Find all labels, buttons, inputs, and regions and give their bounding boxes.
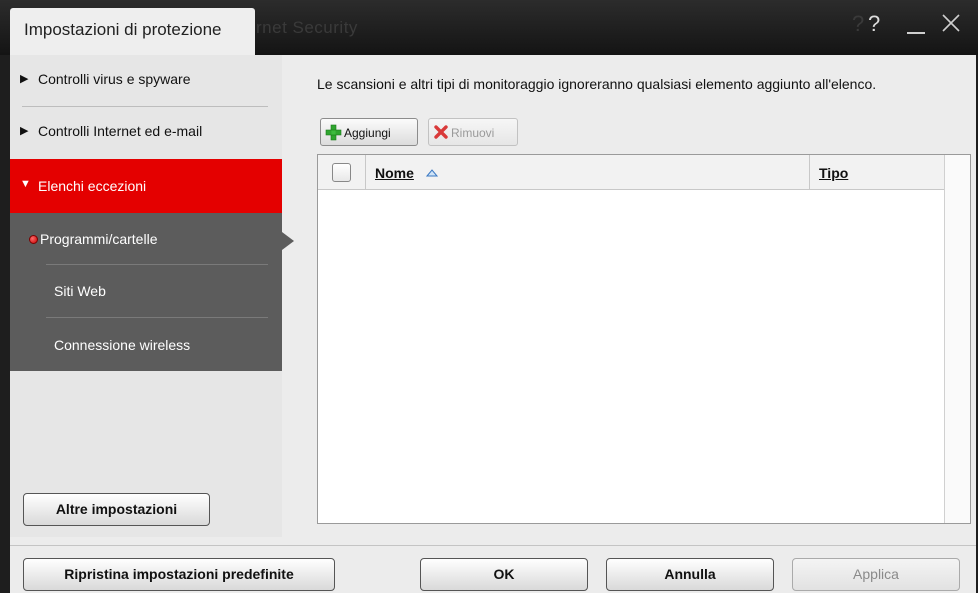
add-button[interactable]: Aggiungi xyxy=(320,118,418,146)
remove-x-icon xyxy=(434,125,448,139)
selected-bullet-icon xyxy=(29,235,38,244)
sort-ascending-icon xyxy=(426,169,438,177)
column-header-type[interactable]: Tipo xyxy=(819,165,848,181)
exceptions-table: Nome Tipo xyxy=(317,154,971,524)
subitem-label: Connessione wireless xyxy=(54,337,191,353)
remove-button[interactable]: Rimuovi xyxy=(428,118,518,146)
help-icon[interactable]: ? xyxy=(868,12,880,36)
add-button-label: Aggiungi xyxy=(344,126,391,140)
column-divider xyxy=(809,155,810,190)
subitem-websites[interactable]: Siti Web xyxy=(10,265,282,317)
divider xyxy=(46,317,268,318)
vertical-scrollbar[interactable] xyxy=(944,155,970,523)
expand-arrow-icon: ▶ xyxy=(20,125,29,137)
subitem-programs-folders[interactable]: Programmi/cartelle xyxy=(10,213,282,265)
exception-lists-subpanel: Programmi/cartelle Siti Web Connessione … xyxy=(10,213,282,371)
collapse-arrow-icon: ▼ xyxy=(20,178,31,190)
close-icon[interactable] xyxy=(940,12,962,39)
sidebar-item-label: Controlli Internet ed e-mail xyxy=(38,123,203,139)
title-bar: Impostazioni di protezione rnet Security… xyxy=(0,0,978,55)
sidebar-item-virus-spyware[interactable]: ▶ Controlli virus e spyware xyxy=(10,55,282,107)
cancel-button[interactable]: Annulla xyxy=(606,558,774,591)
footer-divider xyxy=(10,545,976,546)
sidebar-item-internet-email[interactable]: ▶ Controlli Internet ed e-mail xyxy=(10,107,282,159)
sidebar: ▶ Controlli virus e spyware ▶ Controlli … xyxy=(10,55,282,537)
subitem-wireless-connection[interactable]: Connessione wireless xyxy=(10,319,282,371)
window: Impostazioni di protezione rnet Security… xyxy=(0,0,978,593)
more-settings-button[interactable]: Altre impostazioni xyxy=(23,493,210,526)
description-text: Le scansioni e altri tipi di monitoraggi… xyxy=(317,76,877,92)
background-help-icon: ? xyxy=(852,11,865,36)
window-title: Impostazioni di protezione xyxy=(24,20,222,39)
table-header: Nome Tipo xyxy=(318,155,944,190)
column-header-name[interactable]: Nome xyxy=(375,165,414,181)
subitem-label: Siti Web xyxy=(54,283,106,299)
apply-button[interactable]: Applica xyxy=(792,558,960,591)
select-all-checkbox[interactable] xyxy=(332,163,351,182)
subitem-label: Programmi/cartelle xyxy=(40,231,158,247)
expand-arrow-icon: ▶ xyxy=(20,73,29,85)
ok-button[interactable]: OK xyxy=(420,558,588,591)
plus-icon xyxy=(325,124,342,141)
remove-button-label: Rimuovi xyxy=(451,126,495,140)
background-app-title: rnet Security xyxy=(256,18,358,37)
selection-pointer-icon xyxy=(282,232,294,250)
restore-defaults-button[interactable]: Ripristina impostazioni predefinite xyxy=(23,558,335,591)
column-divider xyxy=(365,155,366,190)
sidebar-item-label: Elenchi eccezioni xyxy=(38,178,147,194)
sidebar-item-label: Controlli virus e spyware xyxy=(38,71,191,87)
minimize-icon[interactable] xyxy=(905,16,927,41)
sidebar-item-exception-lists[interactable]: ▼ Elenchi eccezioni xyxy=(10,159,282,213)
